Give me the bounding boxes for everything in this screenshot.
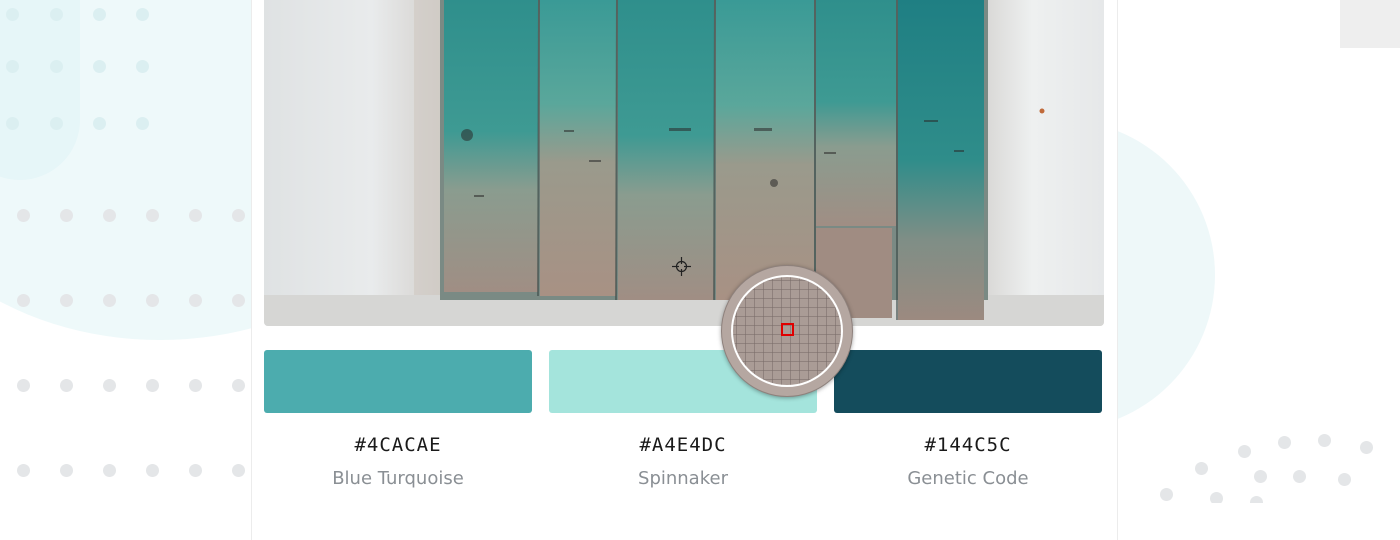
decor-dot xyxy=(1254,470,1267,483)
decor-dot xyxy=(103,379,116,392)
decor-dot xyxy=(189,379,202,392)
swatch-blue-turquoise[interactable] xyxy=(264,350,532,413)
decor-dot xyxy=(50,8,63,21)
color-name: Spinnaker xyxy=(638,468,728,489)
decor-dot xyxy=(232,209,245,222)
decor-dot xyxy=(232,379,245,392)
decor-dot xyxy=(60,209,73,222)
decor-dot xyxy=(1250,496,1263,503)
decor-dot xyxy=(1338,473,1351,486)
decor-dot xyxy=(93,117,106,130)
crosshair-icon xyxy=(672,257,691,276)
decor-dot xyxy=(6,117,19,130)
decor-dot xyxy=(189,464,202,477)
decor-dot xyxy=(232,464,245,477)
decor-dot xyxy=(17,294,30,307)
color-name: Blue Turquoise xyxy=(332,468,464,489)
decor-dot xyxy=(1160,488,1173,501)
decor-dot xyxy=(1195,462,1208,475)
decor-dot xyxy=(50,117,63,130)
decor-dot xyxy=(146,464,159,477)
decor-dot xyxy=(60,464,73,477)
hex-code[interactable]: #4CACAE xyxy=(264,434,532,456)
decor-dot xyxy=(189,294,202,307)
decor-dot xyxy=(93,8,106,21)
decor-dot xyxy=(136,60,149,73)
decor-dot xyxy=(103,209,116,222)
door-photo-image xyxy=(264,0,1104,326)
decor-dot xyxy=(60,294,73,307)
decor-dot xyxy=(1293,470,1306,483)
decor-dot xyxy=(1238,445,1251,458)
decor-dot xyxy=(189,209,202,222)
decor-dot xyxy=(6,60,19,73)
decor-dot xyxy=(17,464,30,477)
decor-dot xyxy=(146,379,159,392)
decor-dot xyxy=(232,294,245,307)
decor-dot xyxy=(1360,441,1373,454)
hex-code[interactable]: #A4E4DC xyxy=(549,434,817,456)
decor-dot xyxy=(17,379,30,392)
decor-dot xyxy=(103,464,116,477)
corner-block xyxy=(1340,0,1400,48)
decor-dot xyxy=(1210,492,1223,503)
decor-dot xyxy=(1318,434,1331,447)
hex-code[interactable]: #144C5C xyxy=(834,434,1102,456)
decor-dot xyxy=(136,8,149,21)
decor-dot xyxy=(60,379,73,392)
swatch-genetic-code[interactable] xyxy=(834,350,1102,413)
decor-dot xyxy=(103,294,116,307)
decor-dot xyxy=(6,8,19,21)
decor-dot xyxy=(50,60,63,73)
decor-dot xyxy=(146,294,159,307)
decor-dot xyxy=(17,209,30,222)
color-name: Genetic Code xyxy=(907,468,1029,489)
source-photo[interactable] xyxy=(264,0,1104,326)
magnifier-loupe-icon[interactable] xyxy=(721,265,853,397)
decor-dot xyxy=(146,209,159,222)
background-blob-left-top xyxy=(0,0,80,180)
magnifier-target-marker xyxy=(781,323,794,336)
decor-dot xyxy=(136,117,149,130)
decor-dot xyxy=(93,60,106,73)
decor-dot xyxy=(1278,436,1291,449)
